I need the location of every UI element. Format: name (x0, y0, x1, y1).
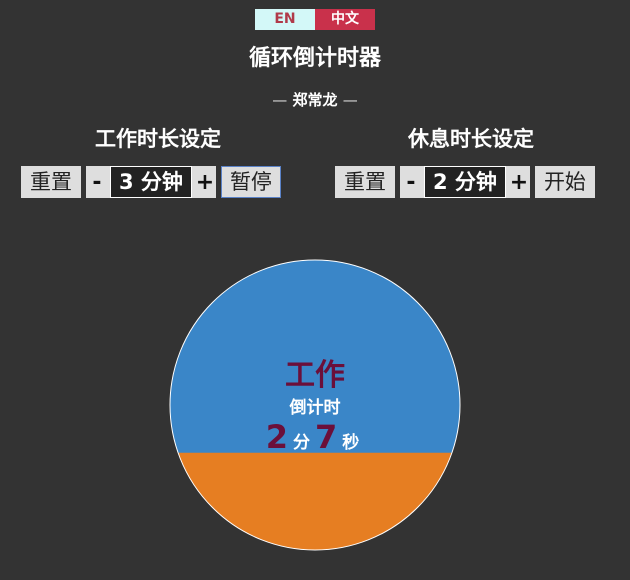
author-line: — 郑常龙 — (0, 89, 630, 110)
work-minus-button[interactable]: - (86, 170, 108, 195)
author-dash-right: — (342, 91, 358, 109)
work-plus-button[interactable]: + (194, 170, 216, 195)
timer-mode-label: 工作 (285, 358, 345, 393)
break-plus-button[interactable]: + (508, 170, 530, 195)
lang-zh-button[interactable]: 中文 (315, 9, 375, 30)
language-switch: EN 中文 (255, 9, 375, 30)
timer-seconds-unit: 秒 (342, 433, 360, 453)
work-duration-stepper: - 3 分钟 + (86, 166, 216, 198)
timer-seconds: 7 (315, 418, 338, 456)
pause-button[interactable]: 暂停 (220, 166, 281, 198)
timer-minutes: 2 (265, 418, 288, 456)
timer-app: EN 中文 循环倒计时器 — 郑常龙 — 工作时长设定 休息时长设定 重置 - … (0, 0, 630, 580)
author-name: 郑常龙 (292, 91, 338, 109)
work-duration-heading: 工作时长设定 (95, 127, 221, 151)
break-duration-heading: 休息时长设定 (408, 127, 534, 151)
page-title: 循环倒计时器 (248, 46, 381, 71)
timer-subtitle: 倒计时 (289, 398, 341, 418)
author-dash-left: — (272, 91, 288, 109)
timer-readout: 2分7秒 (169, 418, 461, 456)
break-reset-button[interactable]: 重置 (335, 166, 395, 198)
work-duration-value: 3 分钟 (110, 166, 192, 198)
timer-minutes-unit: 分 (293, 433, 310, 453)
lang-en-button[interactable]: EN (255, 9, 315, 30)
work-controls: 重置 - 3 分钟 + 暂停 (21, 166, 281, 198)
break-duration-value: 2 分钟 (424, 166, 506, 198)
work-reset-button[interactable]: 重置 (21, 166, 81, 198)
break-duration-stepper: - 2 分钟 + (400, 166, 530, 198)
break-controls: 重置 - 2 分钟 + 开始 (335, 166, 595, 198)
break-minus-button[interactable]: - (400, 170, 422, 195)
start-button[interactable]: 开始 (534, 166, 595, 198)
